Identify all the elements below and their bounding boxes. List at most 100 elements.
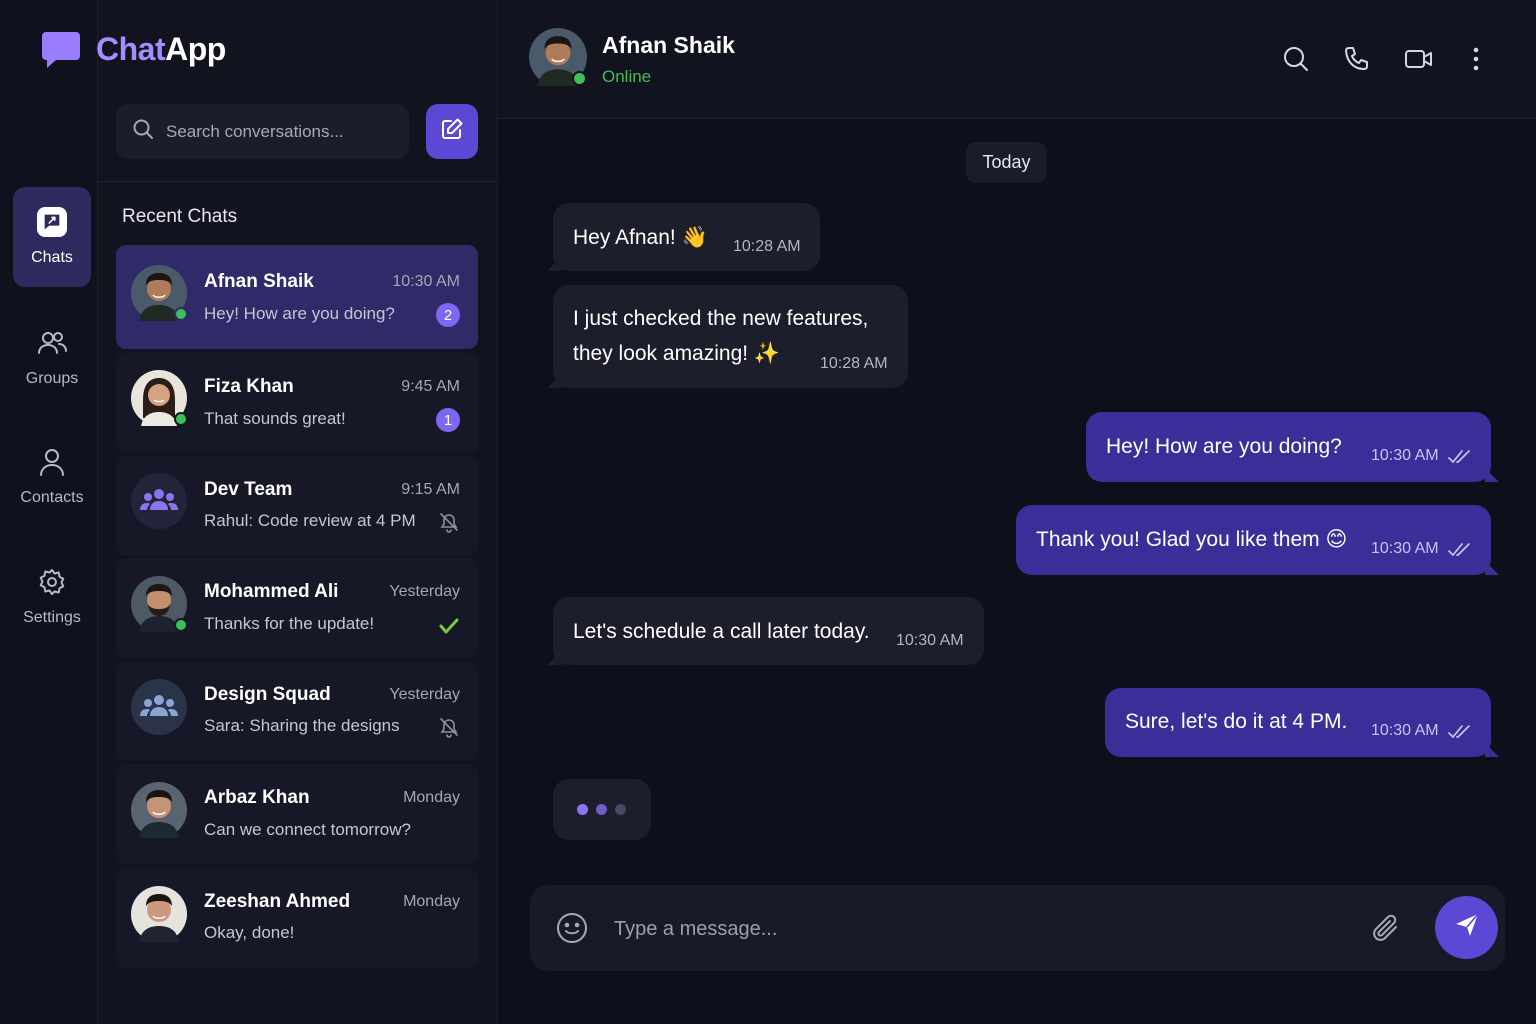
message-text: Hey Afnan! 👋 (573, 226, 708, 249)
chat-name: Design Squad (204, 684, 331, 705)
message-text: I just checked the new features, (573, 307, 869, 330)
message-text: Let's schedule a call later today. (573, 620, 870, 643)
chat-time: 9:15 AM (401, 481, 460, 498)
message-text: Hey! How are you doing? (1106, 435, 1342, 458)
incoming-message: Let's schedule a call later today. 10:30… (547, 597, 984, 665)
new-chat-button[interactable] (426, 104, 478, 159)
message-time: 10:30 AM (1371, 447, 1439, 464)
chat-list-item[interactable]: Arbaz Khan Monday Can we connect tomorro… (116, 764, 478, 864)
message-text: they look amazing! ✨ (573, 342, 781, 365)
avatar (131, 370, 188, 426)
chat-bubble-icon (37, 207, 67, 237)
brand[interactable]: ChatApp (40, 28, 226, 70)
bubble-tail (547, 257, 561, 271)
online-indicator (572, 71, 587, 86)
search-box[interactable] (116, 104, 409, 159)
chat-list-item[interactable]: Zeeshan Ahmed Monday Okay, done! (116, 868, 478, 968)
unread-badge: 1 (436, 408, 460, 432)
compose-icon (440, 117, 464, 146)
chat-time: Monday (403, 893, 460, 910)
nav-label: Groups (25, 370, 79, 387)
message-input[interactable] (614, 913, 1354, 945)
chat-preview: Hey! How are you doing? (204, 304, 395, 323)
outgoing-message: Thank you! Glad you like them 😊 10:30 AM (1016, 505, 1499, 575)
chat-time: 9:45 AM (401, 378, 460, 395)
muted-bell-icon (438, 716, 460, 738)
nav-chats[interactable]: Chats (13, 187, 91, 287)
send-button[interactable] (1435, 896, 1498, 959)
chat-preview: Rahul: Code review at 4 PM (204, 511, 416, 530)
message-time: 10:28 AM (820, 355, 888, 372)
date-separator: Today (966, 142, 1047, 183)
chat-name: Zeeshan Ahmed (204, 891, 351, 912)
chat-time: 10:30 AM (392, 273, 460, 290)
send-icon (1453, 911, 1481, 944)
online-indicator (174, 618, 188, 632)
bubble-tail (1485, 468, 1499, 482)
message-text: Sure, let's do it at 4 PM. (1125, 710, 1348, 733)
chat-name: Fiza Khan (204, 376, 294, 397)
nav-settings[interactable]: Settings (13, 547, 91, 647)
avatar (131, 576, 188, 632)
message-time: 10:30 AM (1371, 722, 1439, 739)
conversation-panel: Afnan Shaik Online Today Hey Afnan! 👋 10… (499, 0, 1536, 1024)
emoji-icon[interactable] (554, 910, 590, 946)
chat-time: Yesterday (389, 686, 460, 703)
avatar (131, 265, 188, 321)
contact-avatar[interactable] (529, 28, 587, 86)
read-receipt-icon (1448, 447, 1472, 464)
unread-badge: 2 (436, 303, 460, 327)
search-icon (132, 118, 154, 145)
message-composer (530, 885, 1505, 971)
muted-bell-icon (438, 511, 460, 533)
bubble-tail (547, 374, 561, 388)
chat-list-item[interactable]: Design Squad Yesterday Sara: Sharing the… (116, 661, 478, 761)
search-icon[interactable] (1282, 45, 1310, 73)
avatar (131, 782, 187, 838)
contact-status: Online (602, 67, 652, 86)
phone-icon[interactable] (1343, 45, 1371, 73)
users-icon (37, 328, 67, 358)
message-text: Thank you! Glad you like them 😊 (1036, 528, 1348, 551)
nav-rail: Chats Groups Contacts Settings (0, 0, 98, 1024)
typing-dot (577, 804, 588, 815)
attachment-icon[interactable] (1370, 913, 1402, 945)
chat-time: Yesterday (389, 583, 460, 600)
conversation-header: Afnan Shaik Online (499, 0, 1536, 119)
chat-list-item[interactable]: Afnan Shaik 10:30 AM Hey! How are you do… (116, 245, 478, 349)
chat-time: Monday (403, 789, 460, 806)
contact-name: Afnan Shaik (602, 32, 735, 58)
avatar (131, 886, 187, 942)
chat-preview: That sounds great! (204, 409, 346, 428)
chat-logo-icon (40, 28, 82, 70)
chat-preview: Sara: Sharing the designs (204, 716, 400, 735)
bubble-tail (1485, 743, 1499, 757)
chat-name: Afnan Shaik (204, 271, 314, 292)
incoming-message: I just checked the new features, they lo… (547, 285, 908, 388)
divider (98, 181, 498, 182)
typing-dot (596, 804, 607, 815)
check-icon (438, 615, 460, 637)
video-call-icon[interactable] (1404, 45, 1436, 73)
online-indicator (174, 412, 188, 426)
typing-dot (615, 804, 626, 815)
message-time: 10:30 AM (1371, 540, 1439, 557)
more-options-icon[interactable] (1466, 45, 1486, 73)
search-input[interactable] (166, 121, 396, 142)
chat-list-panel: Recent Chats Afnan Shaik 10:30 AM Hey! H… (98, 0, 498, 1024)
message-time: 10:30 AM (896, 632, 964, 649)
chat-list-item[interactable]: Mohammed Ali Yesterday Thanks for the up… (116, 558, 478, 658)
chat-list-item[interactable]: Dev Team 9:15 AM Rahul: Code review at 4… (116, 456, 478, 556)
section-title: Recent Chats (122, 206, 238, 227)
message-time: 10:28 AM (733, 238, 801, 255)
nav-groups[interactable]: Groups (13, 308, 91, 408)
chat-list-item[interactable]: Fiza Khan 9:45 AM That sounds great! 1 (116, 353, 478, 453)
chat-preview: Can we connect tomorrow? (204, 820, 411, 839)
outgoing-message: Sure, let's do it at 4 PM. 10:30 AM (1105, 688, 1499, 757)
nav-contacts[interactable]: Contacts (13, 427, 91, 527)
online-indicator (174, 307, 188, 321)
app-name: ChatApp (96, 30, 226, 67)
bubble-tail (547, 651, 561, 665)
chat-name: Dev Team (204, 479, 293, 500)
bubble-tail (1485, 561, 1499, 575)
